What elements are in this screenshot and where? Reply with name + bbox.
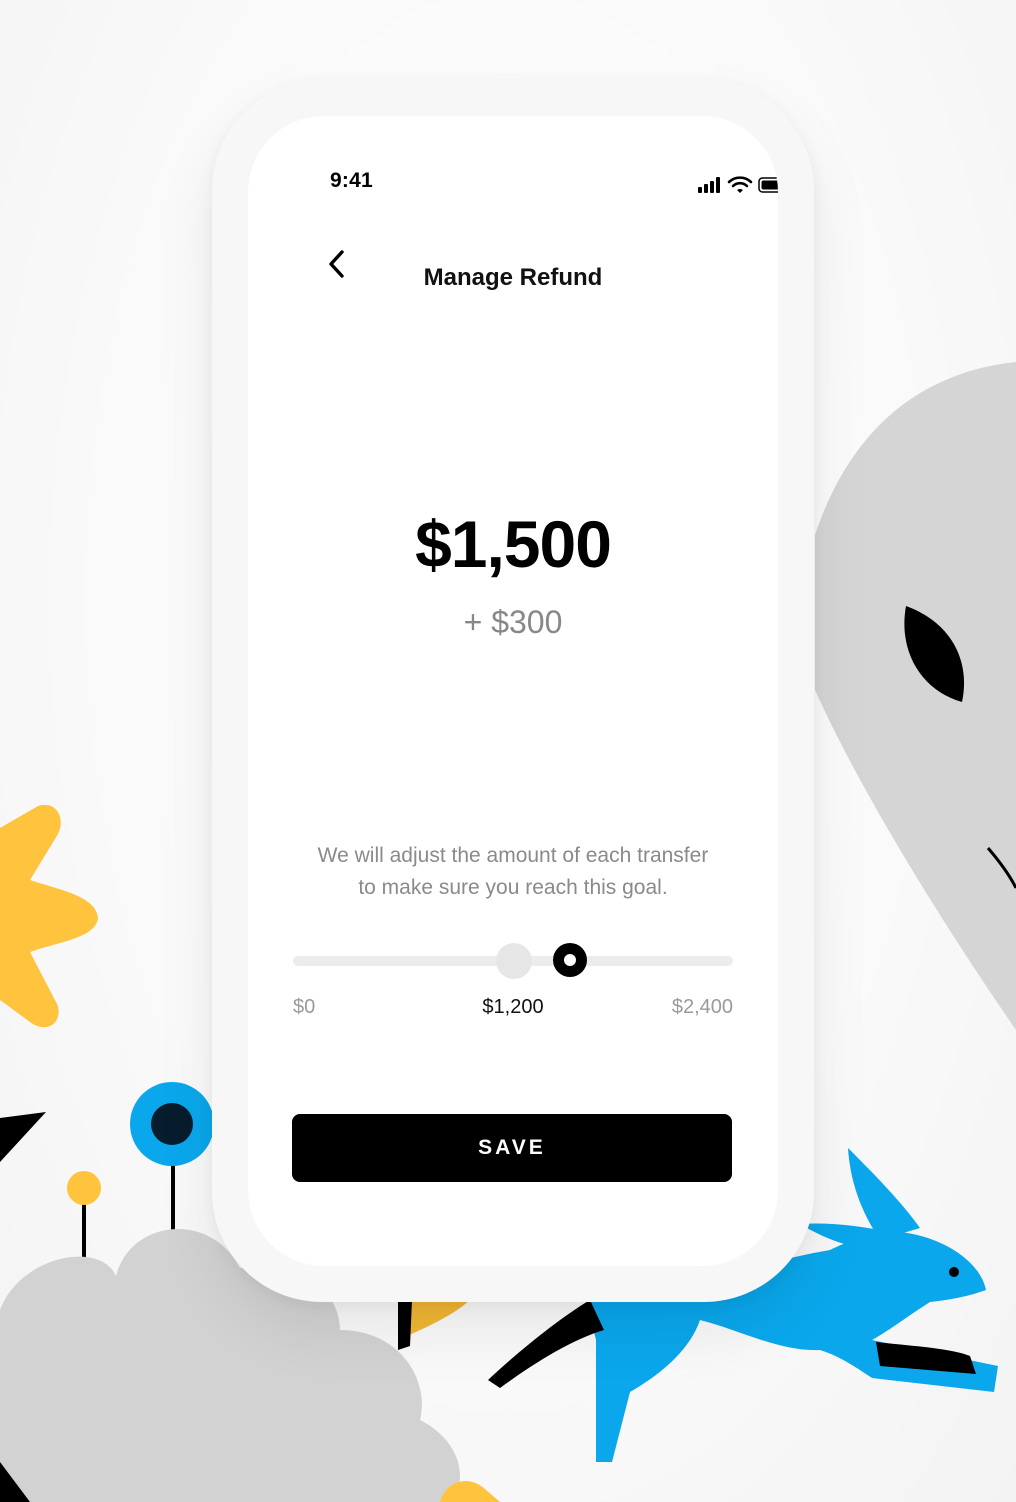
phone-frame: 9:41 Manage Refund $1,500 + $300 We will… [212, 80, 814, 1302]
app-scene: 9:41 Manage Refund $1,500 + $300 We will… [0, 0, 1016, 1502]
black-wedge-shape [0, 1112, 46, 1162]
blue-rabbit-ear [848, 1148, 920, 1240]
cellular-signal-icon [698, 177, 720, 193]
yellow-flower-head [67, 1171, 101, 1205]
slider-max-label: $2,400 [671, 996, 733, 1018]
status-time: 9:41 [330, 169, 373, 192]
yellow-star-shape [0, 804, 98, 1028]
refund-description: We will adjust the amount of each transf… [317, 844, 709, 899]
phone-screen: 9:41 Manage Refund $1,500 + $300 We will… [248, 116, 778, 1266]
battery-icon [758, 177, 778, 193]
gray-creature-shape [815, 362, 1016, 1030]
refund-difference: + $300 [463, 604, 563, 640]
save-button[interactable]: SAVE [292, 1114, 732, 1182]
slider-thumb[interactable] [553, 943, 587, 977]
wifi-icon [727, 176, 753, 193]
page-title: Manage Refund [423, 264, 603, 291]
black-leg-shape [488, 1300, 604, 1388]
slider-previous-marker [496, 943, 532, 979]
status-icons [696, 175, 778, 195]
black-beak-shape [398, 1300, 412, 1350]
blue-flower-center [151, 1103, 193, 1145]
blue-rabbit-eye [949, 1267, 959, 1277]
refund-amount: $1,500 [415, 507, 612, 581]
